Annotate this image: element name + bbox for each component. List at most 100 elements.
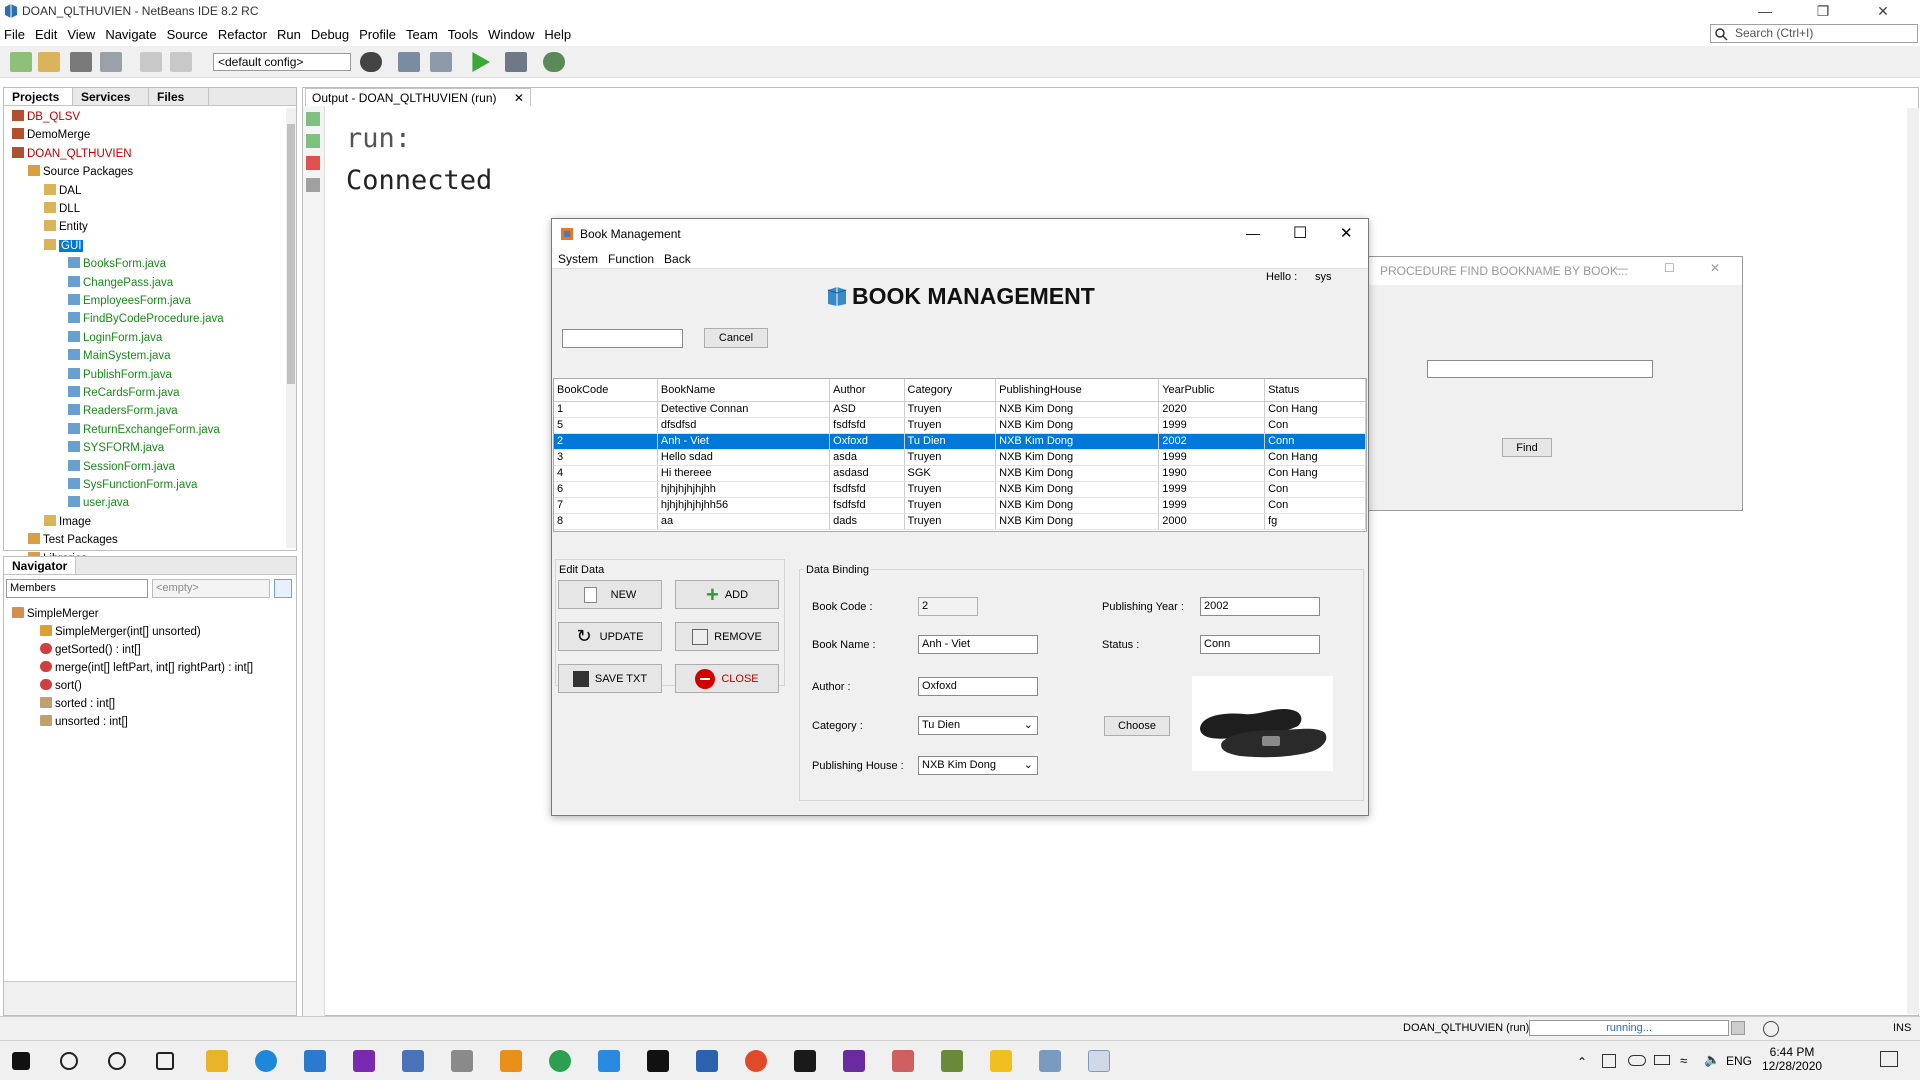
author-field[interactable]: Oxfoxd	[918, 677, 1038, 696]
tree-item[interactable]: ReturnExchangeForm.java	[68, 421, 220, 439]
table-row[interactable]: 8 aa dads Truyen NXB Kim Dong 2000 fg	[554, 513, 1366, 530]
tree-item[interactable]: ReCardsForm.java	[68, 384, 180, 402]
tab-files[interactable]: Files	[149, 88, 209, 105]
windows-start-icon[interactable]	[12, 1052, 30, 1070]
tree-item[interactable]: EmployeesForm.java	[68, 292, 191, 310]
tree-item[interactable]: Image	[44, 513, 91, 531]
cancel-task-icon[interactable]	[1731, 1021, 1745, 1035]
ide-search-input[interactable]: Search (Ctrl+I)	[1710, 24, 1918, 43]
tab-output[interactable]: Output - DOAN_QLTHUVIEN (run) ✕	[305, 88, 531, 106]
search-input[interactable]	[562, 329, 683, 348]
intellij-icon[interactable]	[647, 1050, 669, 1072]
navigator-item[interactable]: getSorted() : int[]	[40, 641, 141, 659]
undo-icon[interactable]	[140, 52, 162, 72]
build-icon[interactable]	[398, 52, 420, 72]
tree-item[interactable]: DOAN_QLTHUVIEN	[12, 145, 132, 163]
menu-window[interactable]: Window	[488, 27, 534, 42]
tree-item[interactable]: LoginForm.java	[68, 329, 162, 347]
remove-button[interactable]: REMOVE	[675, 622, 779, 651]
tree-item[interactable]: Entity	[44, 218, 88, 236]
virtualbox-icon[interactable]	[402, 1050, 424, 1072]
new-file-icon[interactable]	[10, 52, 32, 72]
menu-view[interactable]: View	[67, 27, 95, 42]
column-header[interactable]: Category	[904, 379, 997, 402]
output-settings-icon[interactable]	[306, 178, 320, 192]
menu-team[interactable]: Team	[406, 27, 438, 42]
tree-item[interactable]: BooksForm.java	[68, 255, 166, 273]
run-icon[interactable]	[472, 52, 490, 72]
edge-icon[interactable]	[255, 1050, 277, 1072]
close-button[interactable]: ✕	[1340, 224, 1353, 242]
globe-icon[interactable]	[360, 52, 382, 72]
tree-item[interactable]: Test Packages	[28, 531, 118, 549]
menu-debug[interactable]: Debug	[311, 27, 349, 42]
menu-run[interactable]: Run	[277, 27, 301, 42]
volume-icon[interactable]: 🔈	[1704, 1052, 1720, 1068]
bookcode-input[interactable]	[1427, 360, 1653, 378]
sticky-notes-icon[interactable]	[990, 1050, 1012, 1072]
navigator-item[interactable]: SimpleMerger(int[] unsorted)	[40, 623, 201, 641]
clock[interactable]: 6:44 PM 12/28/2020	[1762, 1045, 1822, 1073]
menu-system[interactable]: System	[558, 252, 598, 266]
status-field[interactable]: Conn	[1200, 635, 1320, 654]
minimize-button[interactable]: —	[1246, 225, 1260, 241]
menu-navigate[interactable]: Navigate	[105, 27, 156, 42]
terminal-icon[interactable]	[794, 1050, 816, 1072]
tab-projects[interactable]: Projects	[4, 88, 73, 105]
members-select[interactable]: Members	[6, 579, 148, 598]
menu-source[interactable]: Source	[167, 27, 208, 42]
table-row[interactable]: 7 hjhjhjhjhjhh56 fsdfsfd Truyen NXB Kim Dong…	[554, 497, 1366, 514]
column-header[interactable]: PublishingHouse	[995, 379, 1160, 402]
column-header[interactable]: BookName	[657, 379, 831, 402]
onedrive-icon[interactable]	[1628, 1055, 1646, 1066]
debug-icon[interactable]	[505, 52, 527, 72]
output-scrollbar[interactable]	[1907, 108, 1919, 1014]
file-explorer-icon[interactable]	[206, 1050, 228, 1072]
rerun-with-params-icon[interactable]	[306, 134, 320, 148]
language-indicator[interactable]: ENG	[1726, 1054, 1752, 1068]
tree-item[interactable]: SYSFORM.java	[68, 439, 164, 457]
task-view-icon[interactable]	[156, 1052, 174, 1070]
navigator-options-icon[interactable]	[274, 579, 292, 598]
navigator-item[interactable]: sorted : int[]	[40, 695, 115, 713]
tab-services[interactable]: Services	[73, 88, 149, 105]
database-icon[interactable]	[941, 1050, 963, 1072]
search-icon[interactable]	[60, 1052, 78, 1070]
navigator-item[interactable]: SimpleMerger	[12, 605, 99, 623]
tree-item[interactable]: MainSystem.java	[68, 347, 171, 365]
tree-item[interactable]: ReadersForm.java	[68, 402, 178, 420]
tree-item[interactable]: Source Packages	[28, 163, 133, 181]
tree-item[interactable]: DB_QLSV	[12, 108, 80, 126]
menu-refactor[interactable]: Refactor	[218, 27, 267, 42]
tree-item[interactable]: DAL	[44, 182, 81, 200]
maximize-button[interactable]: ☐	[1664, 261, 1684, 275]
publishing-year-field[interactable]: 2002	[1200, 597, 1320, 616]
action-center-icon[interactable]	[1880, 1051, 1898, 1067]
table-row[interactable]: 1 Detective Connan ASD Truyen NXB Kim Dong 20…	[554, 401, 1366, 418]
find-button[interactable]: Find	[1502, 438, 1552, 457]
add-button[interactable]: + ADD	[675, 580, 779, 609]
network-tool-icon[interactable]	[451, 1050, 473, 1072]
table-row[interactable]: 2 Anh - Viet Oxfoxd Tu Dien NXB Kim Dong 2002…	[554, 433, 1366, 450]
update-button[interactable]: ↻ UPDATE	[558, 622, 662, 651]
close-button[interactable]: ✕	[1860, 0, 1906, 22]
column-header[interactable]: YearPublic	[1158, 379, 1266, 402]
navigator-item[interactable]: unsorted : int[]	[40, 713, 128, 731]
maps-icon[interactable]	[549, 1050, 571, 1072]
new-button[interactable]: NEW	[558, 580, 662, 609]
book-code-field[interactable]: 2	[918, 597, 978, 616]
tree-item[interactable]: SessionForm.java	[68, 458, 175, 476]
app-icon[interactable]	[892, 1050, 914, 1072]
menu-function[interactable]: Function	[608, 252, 654, 266]
tree-item[interactable]: FindByCodeProcedure.java	[68, 310, 224, 328]
column-header[interactable]: Author	[829, 379, 905, 402]
visual-studio-2-icon[interactable]	[843, 1050, 865, 1072]
publishing-house-select[interactable]: NXB Kim Dong ⌄	[918, 756, 1038, 775]
tree-item[interactable]: user.java	[68, 494, 129, 512]
choose-image-button[interactable]: Choose	[1104, 716, 1170, 736]
save-all-icon[interactable]	[100, 52, 122, 72]
minimize-button[interactable]: —	[1616, 261, 1636, 275]
menu-file[interactable]: File	[4, 27, 25, 42]
maximize-button[interactable]: ☐	[1293, 223, 1307, 243]
menu-help[interactable]: Help	[544, 27, 571, 42]
